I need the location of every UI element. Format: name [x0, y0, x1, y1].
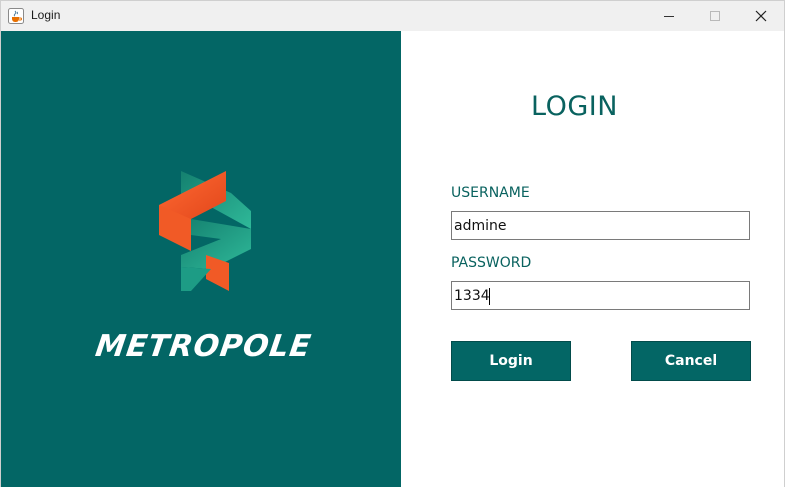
- java-cup-icon: [8, 8, 24, 24]
- close-icon: [755, 10, 767, 22]
- password-field[interactable]: [451, 281, 750, 310]
- window-title: Login: [31, 8, 61, 22]
- close-button[interactable]: [738, 1, 784, 31]
- brand-name: METROPOLE: [93, 329, 314, 364]
- minimize-button[interactable]: [646, 1, 692, 31]
- maximize-icon: [710, 11, 720, 21]
- page-title: LOGIN: [531, 91, 618, 122]
- password-label: PASSWORD: [451, 255, 532, 271]
- brand-panel: METROPOLE: [1, 31, 401, 487]
- title-bar[interactable]: Login: [1, 1, 784, 31]
- metropole-logo-icon: [159, 171, 251, 291]
- login-window: Login METROPOLE LOGIN USERNAME admine PA…: [0, 0, 785, 487]
- username-field[interactable]: [451, 211, 750, 240]
- text-caret: [489, 288, 490, 305]
- cancel-button[interactable]: Cancel: [631, 341, 751, 381]
- username-label: USERNAME: [451, 185, 530, 201]
- login-form-panel: LOGIN USERNAME PASSWORD Login Cancel: [401, 31, 784, 487]
- login-button[interactable]: Login: [451, 341, 571, 381]
- maximize-button[interactable]: [692, 1, 738, 31]
- minimize-icon: [664, 15, 674, 17]
